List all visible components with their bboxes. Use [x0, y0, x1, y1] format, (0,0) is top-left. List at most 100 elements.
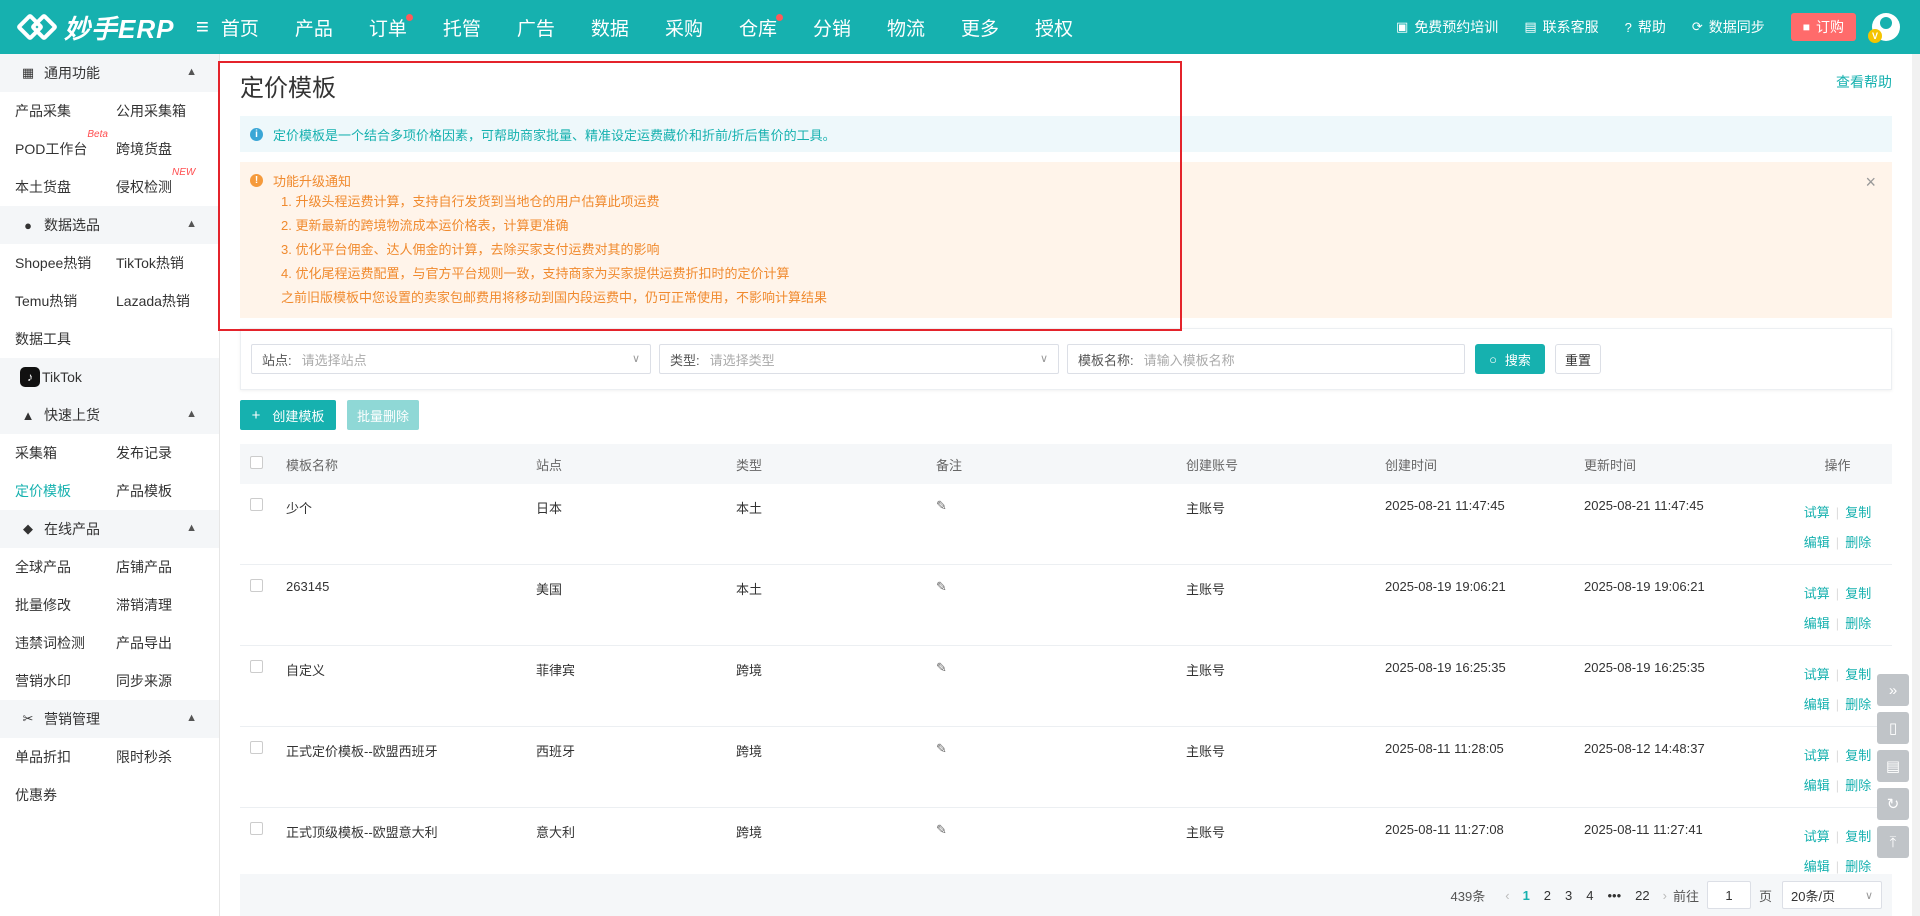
page-4[interactable]: 4	[1586, 888, 1593, 903]
edit-note-icon[interactable]: ✎	[936, 660, 947, 675]
batch-delete-button[interactable]: 批量删除	[347, 400, 419, 430]
sidebar-item-coupon[interactable]: 优惠券	[0, 785, 101, 805]
sidebar-item-pod[interactable]: POD工作台 Beta	[0, 129, 108, 159]
trial-calc-link[interactable]: 试算	[1804, 586, 1830, 601]
nav-auth[interactable]: 授权	[1035, 14, 1073, 41]
edit-note-icon[interactable]: ✎	[936, 741, 947, 756]
edit-link[interactable]: 编辑	[1804, 859, 1830, 874]
page-3[interactable]: 3	[1565, 888, 1572, 903]
service-link[interactable]: ▤ 联系客服	[1524, 17, 1598, 37]
sidebar-item-product-export[interactable]: 产品导出	[101, 633, 202, 653]
mobile-icon[interactable]: ▯	[1877, 712, 1909, 744]
delete-link[interactable]: 删除	[1845, 859, 1871, 874]
sidebar-item-banned-words[interactable]: 违禁词检测	[0, 633, 101, 653]
sidebar-item-data-tools[interactable]: 数据工具	[0, 329, 101, 349]
select-all-checkbox[interactable]	[250, 456, 263, 469]
edit-link[interactable]: 编辑	[1804, 697, 1830, 712]
page-1[interactable]: 1	[1523, 888, 1530, 903]
create-template-button[interactable]: + 创建模板	[240, 400, 336, 430]
next-page-icon[interactable]: ›	[1663, 888, 1667, 903]
nav-purchase[interactable]: 采购	[665, 14, 703, 41]
copy-link[interactable]: 复制	[1845, 667, 1871, 682]
page-ellipsis[interactable]: •••	[1608, 888, 1622, 903]
nav-distribution[interactable]: 分销	[813, 14, 851, 41]
hamburger-icon[interactable]: ≡	[196, 14, 209, 40]
sidebar-item-product-template[interactable]: 产品模板	[101, 481, 202, 501]
sidebar-item-single-discount[interactable]: 单品折扣	[0, 747, 101, 767]
sidebar-item-shopee-hot[interactable]: Shopee热销	[0, 253, 101, 273]
order-button[interactable]: ■ 订购	[1790, 13, 1856, 41]
goto-page-input[interactable]: 1	[1706, 881, 1751, 909]
logo[interactable]: 妙手ERP	[0, 9, 190, 46]
nav-hosting[interactable]: 托管	[443, 14, 481, 41]
edit-note-icon[interactable]: ✎	[936, 498, 947, 513]
row-checkbox[interactable]	[250, 822, 263, 835]
feedback-icon[interactable]: ▤	[1877, 750, 1909, 782]
row-checkbox[interactable]	[250, 660, 263, 673]
nav-more[interactable]: 更多	[961, 14, 999, 41]
collapse-icon[interactable]: »	[1877, 674, 1909, 706]
nav-products[interactable]: 产品	[295, 14, 333, 41]
training-link[interactable]: ▣ 免费预约培训	[1396, 17, 1498, 37]
type-select[interactable]: 类型: 请选择类型 ∨	[659, 344, 1059, 374]
edit-link[interactable]: 编辑	[1804, 616, 1830, 631]
nav-ads[interactable]: 广告	[517, 14, 555, 41]
back-to-top-icon[interactable]: ⤒	[1877, 826, 1909, 858]
edit-link[interactable]: 编辑	[1804, 535, 1830, 550]
sidebar-item-publish-log[interactable]: 发布记录	[101, 443, 202, 463]
sidebar-group-general[interactable]: ▦ 通用功能 ▲	[0, 54, 219, 92]
copy-link[interactable]: 复制	[1845, 748, 1871, 763]
close-icon[interactable]: ×	[1865, 172, 1876, 193]
sync-link[interactable]: ⟳ 数据同步	[1692, 17, 1765, 37]
nav-data[interactable]: 数据	[591, 14, 629, 41]
trial-calc-link[interactable]: 试算	[1804, 667, 1830, 682]
sidebar-item-collect[interactable]: 产品采集	[0, 101, 101, 121]
prev-page-icon[interactable]: ‹	[1505, 888, 1509, 903]
sidebar-item-sync-source[interactable]: 同步来源	[101, 671, 202, 691]
sidebar-group-marketing[interactable]: ✂ 营销管理 ▲	[0, 700, 219, 738]
trial-calc-link[interactable]: 试算	[1804, 748, 1830, 763]
nav-warehouse[interactable]: 仓库	[739, 13, 783, 41]
sidebar-item-lazada-hot[interactable]: Lazada热销	[101, 291, 202, 311]
sidebar-item-crossborder-pool[interactable]: 跨境货盘	[101, 139, 202, 159]
sidebar-item-pricing-template[interactable]: 定价模板	[0, 481, 101, 501]
delete-link[interactable]: 删除	[1845, 697, 1871, 712]
copy-link[interactable]: 复制	[1845, 586, 1871, 601]
view-help-link[interactable]: 查看帮助	[1836, 72, 1892, 92]
sidebar-item-flash-sale[interactable]: 限时秒杀	[101, 747, 202, 767]
sidebar-item-global-products[interactable]: 全球产品	[0, 557, 101, 577]
row-checkbox[interactable]	[250, 579, 263, 592]
sidebar-item-local-pool[interactable]: 本土货盘	[0, 177, 101, 197]
edit-note-icon[interactable]: ✎	[936, 822, 947, 837]
help-link-top[interactable]: ? 帮助	[1625, 17, 1666, 37]
edit-note-icon[interactable]: ✎	[936, 579, 947, 594]
trial-calc-link[interactable]: 试算	[1804, 829, 1830, 844]
delete-link[interactable]: 删除	[1845, 778, 1871, 793]
sidebar-item-watermark[interactable]: 营销水印	[0, 671, 101, 691]
sidebar-item-temu-hot[interactable]: Temu热销	[0, 291, 101, 311]
sidebar-item-tiktok[interactable]: ♪ TikTok	[0, 358, 219, 396]
sidebar-item-infringement[interactable]: 侵权检测 NEW	[101, 167, 202, 197]
edit-link[interactable]: 编辑	[1804, 778, 1830, 793]
sidebar-item-tiktok-hot[interactable]: TikTok热销	[101, 253, 202, 273]
sidebar-item-slow-clear[interactable]: 滞销清理	[101, 595, 202, 615]
sidebar-group-listing[interactable]: ▲ 快速上货 ▲	[0, 396, 219, 434]
sidebar-item-store-products[interactable]: 店铺产品	[101, 557, 202, 577]
site-select[interactable]: 站点: 请选择站点 ∨	[251, 344, 651, 374]
delete-link[interactable]: 删除	[1845, 535, 1871, 550]
row-checkbox[interactable]	[250, 498, 263, 511]
row-checkbox[interactable]	[250, 741, 263, 754]
trial-calc-link[interactable]: 试算	[1804, 505, 1830, 520]
reset-button[interactable]: 重置	[1555, 344, 1601, 374]
sidebar-group-data[interactable]: ● 数据选品 ▲	[0, 206, 219, 244]
nav-home[interactable]: 首页	[221, 14, 259, 41]
sidebar-item-batch-edit[interactable]: 批量修改	[0, 595, 101, 615]
copy-link[interactable]: 复制	[1845, 829, 1871, 844]
page-size-select[interactable]: 20条/页 ∨	[1782, 881, 1882, 909]
copy-link[interactable]: 复制	[1845, 505, 1871, 520]
delete-link[interactable]: 删除	[1845, 616, 1871, 631]
page-2[interactable]: 2	[1544, 888, 1551, 903]
sidebar-group-online[interactable]: ◆ 在线产品 ▲	[0, 510, 219, 548]
template-name-input[interactable]: 模板名称: 请输入模板名称	[1067, 344, 1465, 374]
page-last[interactable]: 22	[1635, 888, 1649, 903]
